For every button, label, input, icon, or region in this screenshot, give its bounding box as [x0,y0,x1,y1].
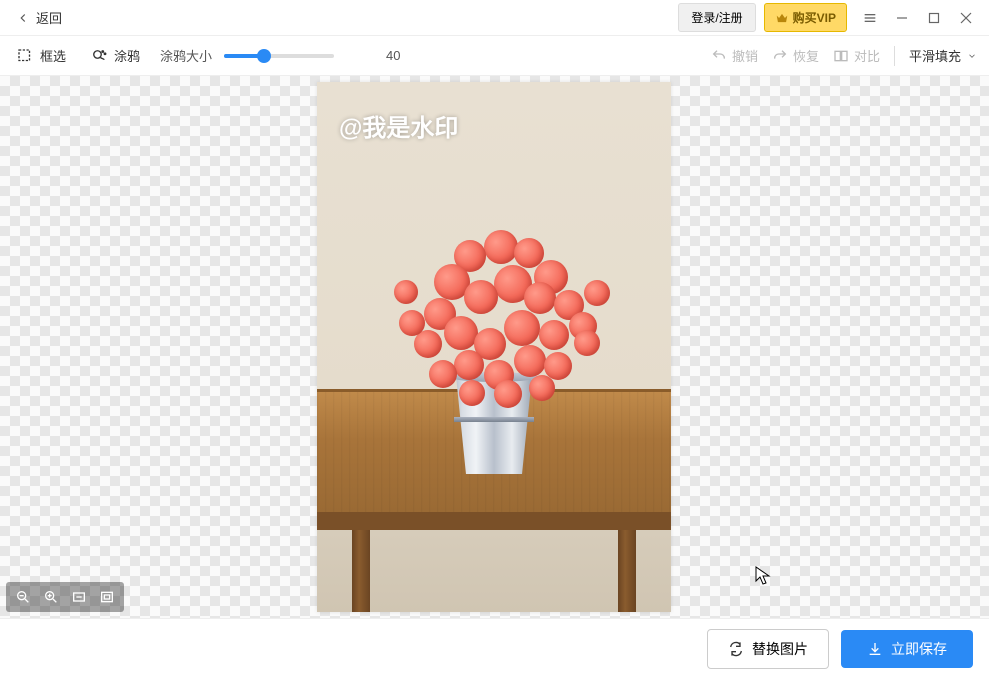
canvas-area[interactable]: @我是水印 [0,76,989,618]
login-register-button[interactable]: 登录/注册 [678,3,755,32]
watermark-text: @我是水印 [339,108,458,143]
redo-button[interactable]: 恢复 [772,46,819,65]
save-button[interactable]: 立即保存 [841,630,973,668]
fit-width-icon [71,589,87,605]
replace-icon [728,641,744,657]
vip-crown-icon [775,11,789,25]
back-label: 返回 [36,8,62,27]
menu-button[interactable] [855,3,885,33]
undo-button[interactable]: 撤销 [711,46,758,65]
photo-flowers [384,220,604,400]
replace-label: 替换图片 [752,639,808,659]
arrow-left-icon [16,11,30,25]
fit-screen-icon [99,589,115,605]
zoom-controls [6,582,124,612]
brush-size-label: 涂鸦大小 [160,46,212,65]
chevron-down-icon [967,51,977,61]
brush-icon [90,47,108,65]
brush-size-value: 40 [386,48,416,63]
compare-button[interactable]: 对比 [833,46,880,65]
fit-screen-button[interactable] [94,586,120,608]
fill-mode-label: 平滑填充 [909,46,961,65]
replace-image-button[interactable]: 替换图片 [707,629,829,669]
zoom-out-icon [15,589,31,605]
save-label: 立即保存 [891,639,947,659]
box-select-label: 框选 [40,46,66,65]
compare-icon [833,48,849,64]
undo-icon [711,48,727,64]
hamburger-icon [862,10,878,26]
back-button[interactable]: 返回 [8,4,70,31]
download-icon [867,641,883,657]
slider-thumb[interactable] [257,49,271,63]
edited-image[interactable]: @我是水印 [317,82,671,612]
vip-label: 购买VIP [793,9,836,26]
close-button[interactable] [951,3,981,33]
brush-tool[interactable]: 涂鸦 [86,42,144,69]
redo-label: 恢复 [793,46,819,65]
toolbar-divider [894,46,895,66]
minimize-button[interactable] [887,3,917,33]
zoom-out-button[interactable] [10,586,36,608]
minimize-icon [896,12,908,24]
box-select-icon [16,47,34,65]
compare-label: 对比 [854,46,880,65]
close-icon [960,12,972,24]
box-select-tool[interactable]: 框选 [12,42,70,69]
maximize-button[interactable] [919,3,949,33]
zoom-in-button[interactable] [38,586,64,608]
fit-width-button[interactable] [66,586,92,608]
buy-vip-button[interactable]: 购买VIP [764,3,847,32]
zoom-in-icon [43,589,59,605]
redo-icon [772,48,788,64]
maximize-icon [928,12,940,24]
fill-mode-dropdown[interactable]: 平滑填充 [909,46,977,65]
undo-label: 撤销 [732,46,758,65]
brush-label: 涂鸦 [114,46,140,65]
brush-size-slider[interactable] [224,54,334,58]
